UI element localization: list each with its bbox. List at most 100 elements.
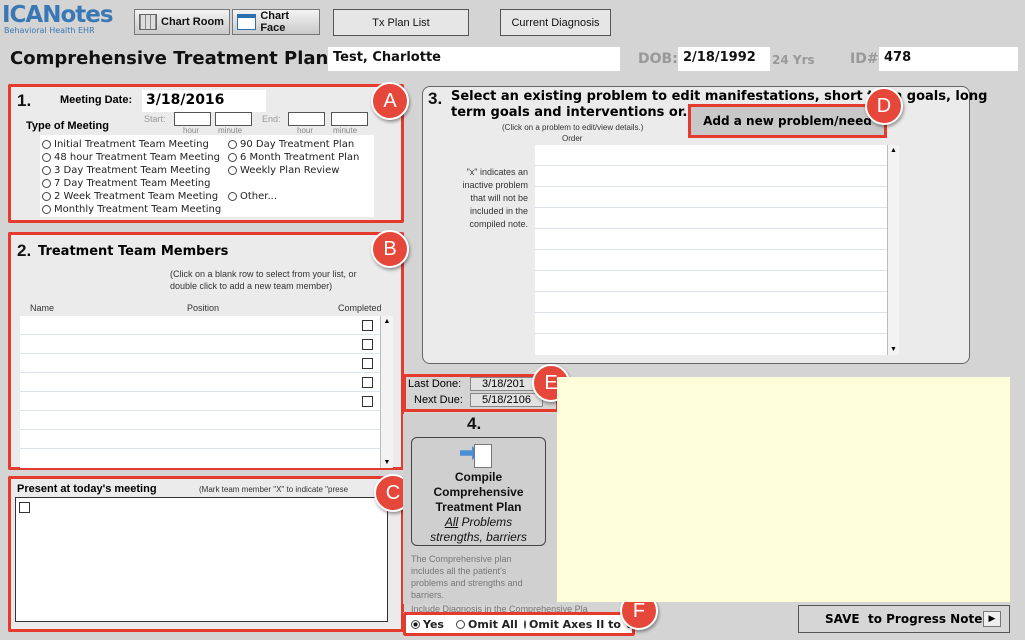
start-minute-caption: minute [218,126,243,135]
column-name-header: Name [30,303,55,313]
list-item[interactable] [535,271,887,292]
radio-circle-icon [228,166,237,175]
section-1-number: 1. [17,91,32,110]
list-item[interactable] [535,292,887,313]
grid-icon [139,14,157,30]
tx-plan-list-label: Tx Plan List [372,16,430,29]
problems-scrollbar[interactable]: ▲ ▼ [887,145,899,355]
scroll-up-icon[interactable]: ▲ [888,147,899,154]
completed-checkbox[interactable] [362,396,373,407]
end-minute-input[interactable] [331,112,368,126]
compile-plan-button[interactable]: Compile Comprehensive Treatment Plan All… [411,437,546,546]
completed-checkbox[interactable] [362,377,373,388]
radio-label: Other... [240,191,278,202]
table-row[interactable] [20,354,381,373]
end-hour-input[interactable] [288,112,325,126]
badge-a: A [371,82,409,120]
table-row[interactable] [20,373,381,392]
radio-circle-icon [524,620,526,629]
compile-label-2: Comprehensive [433,485,524,499]
radio-3-day[interactable]: 3 Day Treatment Team Meeting [42,164,210,177]
section-2-number: 2. [17,241,32,260]
radio-circle-icon [42,140,51,149]
table-row[interactable] [20,430,381,449]
radio-90-day[interactable]: 90 Day Treatment Plan [228,138,354,151]
radio-7-day[interactable]: 7 Day Treatment Team Meeting [42,177,210,190]
radio-circle-icon [42,166,51,175]
chart-face-button[interactable]: Chart Face [232,9,320,35]
window-icon [237,14,257,30]
inactive-problem-note: "x" indicates an inactive problem that w… [462,167,528,229]
column-position-header: Position [187,303,220,313]
radio-2-week[interactable]: 2 Week Treatment Team Meeting [42,190,218,203]
radio-omit-axes[interactable]: Omit Axes II to V [524,618,630,631]
save-label: SAVE to Progress Notes [825,612,990,626]
compile-description: The Comprehensive plan includes all the … [411,554,523,600]
list-item[interactable] [535,145,887,166]
current-diagnosis-button[interactable]: Current Diagnosis [500,9,611,36]
start-minute-input[interactable] [215,112,252,126]
radio-omit-all[interactable]: Omit All [456,618,518,631]
end-label: End: [262,114,281,124]
section-4-number: 4. [467,414,482,433]
end-hour-caption: hour [297,126,314,135]
radio-circle-icon [228,153,237,162]
radio-48-hour[interactable]: 48 hour Treatment Team Meeting [42,151,220,164]
radio-circle-icon [42,205,51,214]
table-row[interactable] [20,392,381,411]
chart-room-label: Chart Room [161,16,224,28]
problems-title-line2: term goals and interventions or... [451,105,698,120]
radio-label: 7 Day Treatment Team Meeting [54,178,211,189]
treatment-plan-window: ICANotes Behavioral Health EHR Chart Roo… [0,0,1025,640]
next-due-field[interactable]: 5/18/2106 [470,393,543,407]
tx-plan-list-button[interactable]: Tx Plan List [333,9,469,36]
radio-label: Monthly Treatment Team Meeting [54,204,222,215]
start-hour-caption: hour [183,126,200,135]
radio-initial[interactable]: Initial Treatment Team Meeting [42,138,209,151]
logo-text: ICANotes [2,2,114,28]
list-item[interactable] [535,229,887,250]
completed-checkbox[interactable] [362,358,373,369]
radio-weekly[interactable]: Weekly Plan Review [228,164,339,177]
start-hour-input[interactable] [174,112,211,126]
compile-label-4: All Problems [412,515,545,530]
radio-label: 2 Week Treatment Team Meeting [54,191,219,202]
scroll-up-icon[interactable]: ▲ [381,318,393,325]
table-row[interactable] [20,335,381,354]
chart-room-button[interactable]: Chart Room [134,9,230,35]
radio-circle-icon [456,620,465,629]
present-checkbox[interactable] [19,502,30,513]
radio-label: 3 Day Treatment Team Meeting [54,165,211,176]
list-item[interactable] [535,166,887,187]
problems-hint: (Click on a problem to edit/view details… [502,123,644,132]
list-item[interactable] [535,250,887,271]
plan-preview-area[interactable] [557,377,1010,602]
completed-checkbox[interactable] [362,320,373,331]
meeting-date-field[interactable]: 3/18/2016 [142,90,266,112]
table-row[interactable] [20,411,381,430]
scroll-down-icon[interactable]: ▼ [381,459,393,466]
icanotes-logo: ICANotes Behavioral Health EHR [2,2,126,38]
dob-field: 2/18/1992 [678,47,770,71]
logo-subtext: Behavioral Health EHR [4,26,95,35]
team-members-hint: (Click on a blank row to select from you… [170,269,357,291]
team-members-scrollbar[interactable]: ▲ ▼ [380,316,393,468]
radio-monthly[interactable]: Monthly Treatment Team Meeting [42,203,221,216]
present-list[interactable] [15,497,388,622]
radio-other[interactable]: Other... [228,190,277,203]
problems-title-line1: Select an existing problem to edit manif… [451,89,988,104]
scroll-down-icon[interactable]: ▼ [888,346,899,353]
table-row[interactable] [20,316,381,335]
list-item[interactable] [535,313,887,334]
radio-6-month[interactable]: 6 Month Treatment Plan [228,151,359,164]
radio-yes[interactable]: Yes [411,618,444,631]
radio-circle-icon [42,192,51,201]
document-icon [456,444,500,470]
save-to-progress-notes-button[interactable]: SAVE to Progress Notes ▶ [798,605,1010,633]
add-problem-button[interactable]: Add a new problem/need [688,104,887,138]
list-item[interactable] [535,208,887,229]
completed-checkbox[interactable] [362,339,373,350]
team-members-title: Treatment Team Members [38,244,229,259]
list-item[interactable] [535,187,887,208]
radio-label: Weekly Plan Review [240,165,340,176]
